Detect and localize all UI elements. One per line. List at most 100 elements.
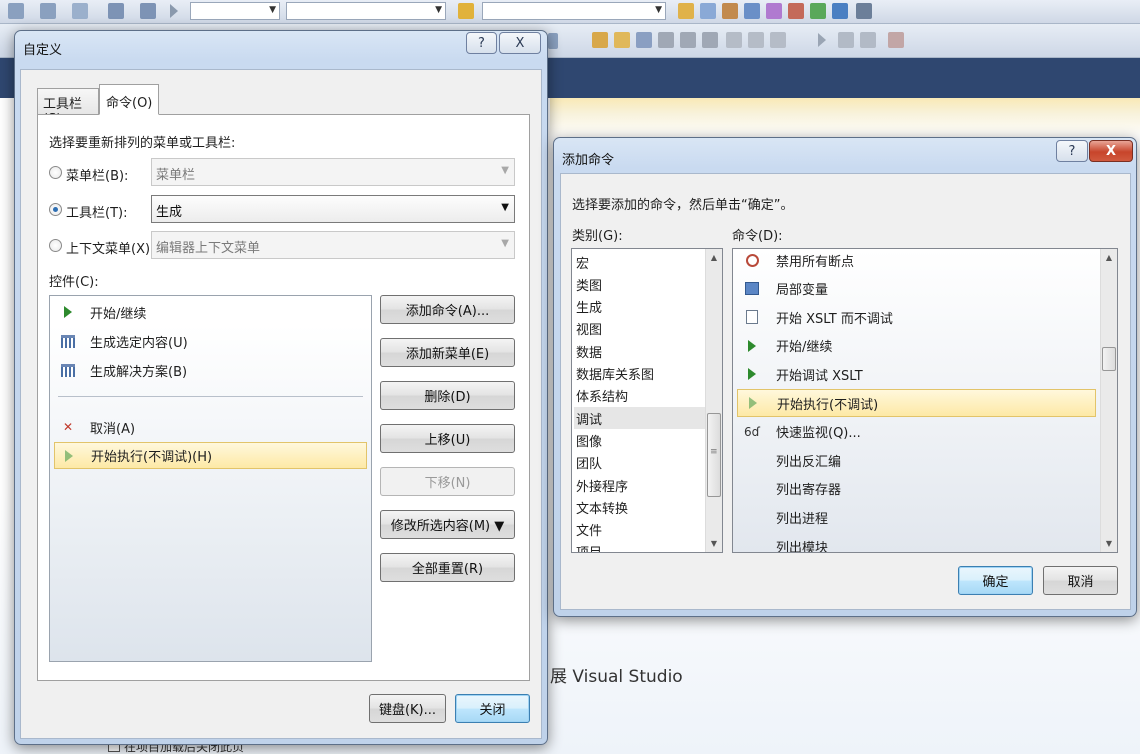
command-item[interactable]: 列出寄存器 xyxy=(737,475,1096,503)
build-solution-icon[interactable] xyxy=(860,32,876,48)
list-item[interactable]: 生成选定内容(U) xyxy=(54,329,367,353)
category-item-selected[interactable]: 调试 xyxy=(574,407,709,430)
ok-button[interactable]: 确定 xyxy=(958,566,1033,595)
list-item[interactable]: ✕ 取消(A) xyxy=(54,415,367,439)
open-folder-icon[interactable] xyxy=(614,32,630,48)
reset-all-button[interactable]: 全部重置(R) xyxy=(380,553,515,582)
categories-list[interactable]: 宏类图生成视图数据数据库关系图体系结构调试图像团队外接程序文本转换文件项目 ▲ … xyxy=(571,248,723,553)
context-menu-combo[interactable]: 编辑器上下文菜单 ▼ xyxy=(151,231,515,259)
category-item[interactable]: 外接程序 xyxy=(574,474,709,496)
add-new-menu-button[interactable]: 添加新菜单(E) xyxy=(380,338,515,367)
command-item[interactable]: 列出进程 xyxy=(737,503,1096,531)
start-page-icon[interactable] xyxy=(810,3,826,19)
redo-icon[interactable] xyxy=(40,3,56,19)
category-item[interactable]: 视图 xyxy=(574,318,709,340)
keyboard-button[interactable]: 键盘(K)... xyxy=(369,694,446,723)
category-item[interactable]: 团队 xyxy=(574,452,709,474)
tools-icon[interactable] xyxy=(788,3,804,19)
command-item-selected[interactable]: 开始执行(不调试) xyxy=(737,389,1096,417)
solution-explorer-icon[interactable] xyxy=(700,3,716,19)
command-item[interactable]: 禁用所有断点 xyxy=(737,249,1096,274)
menubar-radio[interactable] xyxy=(49,166,62,179)
close-button[interactable]: 关闭 xyxy=(455,694,530,723)
scroll-up-icon[interactable]: ▲ xyxy=(706,249,722,266)
list-item[interactable]: 生成解决方案(B) xyxy=(54,358,367,382)
command-item[interactable]: 局部变量 xyxy=(737,275,1096,303)
menubar-combo[interactable]: 菜单栏 ▼ xyxy=(151,158,515,186)
bookmark-next-icon[interactable] xyxy=(658,32,674,48)
category-item[interactable]: 数据 xyxy=(574,340,709,362)
category-item[interactable]: 宏 xyxy=(574,251,709,273)
extension-manager-icon[interactable] xyxy=(832,3,848,19)
properties-icon[interactable] xyxy=(722,3,738,19)
command-item[interactable]: 6ɗ 快速监视(Q)... xyxy=(737,418,1096,446)
comment-icon[interactable] xyxy=(592,32,608,48)
close-x-button[interactable]: X xyxy=(1089,140,1133,162)
category-item[interactable]: 体系结构 xyxy=(574,385,709,407)
context-menu-radio[interactable] xyxy=(49,239,62,252)
command-item[interactable]: 开始调试 XSLT xyxy=(737,360,1096,388)
category-item[interactable]: 文件 xyxy=(574,519,709,541)
commands-scrollbar[interactable]: ▲ ▼ xyxy=(1100,249,1117,552)
object-browser-icon[interactable] xyxy=(744,3,760,19)
spelling-icon[interactable] xyxy=(748,32,764,48)
delete-button[interactable]: 删除(D) xyxy=(380,381,515,410)
category-item[interactable]: 生成 xyxy=(574,296,709,318)
find-combo[interactable]: ▼ xyxy=(482,2,666,20)
move-down-button[interactable]: 下移(N) xyxy=(380,467,515,496)
solution-platform-combo[interactable]: ▼ xyxy=(286,2,446,20)
toolbar-overflow-icon[interactable] xyxy=(548,33,558,49)
control-label: 取消(A) xyxy=(90,421,136,437)
list-item-selected[interactable]: 开始执行(不调试)(H) xyxy=(54,442,367,469)
scroll-up-icon[interactable]: ▲ xyxy=(1101,249,1117,266)
tab-commands[interactable]: 命令(O) xyxy=(99,84,159,115)
toolbar-combo[interactable]: 生成 ▼ xyxy=(151,195,515,223)
solution-config-combo[interactable]: ▼ xyxy=(190,2,280,20)
add-command-dialog: 添加命令 ? X 选择要添加的命令，然后单击“确定”。 类别(G): 命令(D)… xyxy=(553,137,1137,617)
cancel-button[interactable]: 取消 xyxy=(1043,566,1118,595)
indent-icon[interactable] xyxy=(770,32,786,48)
help-button[interactable]: ? xyxy=(1056,140,1088,162)
other-windows-icon[interactable] xyxy=(856,3,872,19)
scroll-down-icon[interactable]: ▼ xyxy=(706,535,722,552)
play-icon[interactable] xyxy=(818,33,826,47)
undo-icon[interactable] xyxy=(8,3,24,19)
command-item[interactable]: 列出模块 xyxy=(737,532,1096,553)
category-item[interactable]: 项目 xyxy=(574,541,709,552)
bookmark-icon[interactable] xyxy=(636,32,652,48)
move-up-button[interactable]: 上移(U) xyxy=(380,424,515,453)
format-icon[interactable] xyxy=(726,32,742,48)
bookmark-clear-icon[interactable] xyxy=(702,32,718,48)
help-button[interactable]: ? xyxy=(466,32,497,54)
category-item[interactable]: 文本转换 xyxy=(574,496,709,518)
save-icon[interactable] xyxy=(108,3,124,19)
save-all-icon[interactable] xyxy=(140,3,156,19)
context-menu-combo-value: 编辑器上下文菜单 xyxy=(156,241,261,256)
commands-list[interactable]: 禁用所有断点 局部变量 开始 XSLT 而不调试 开始/继续 开始调试 XSLT 开始执行… xyxy=(732,248,1118,553)
modify-selection-button[interactable]: 修改所选内容(M) ▼ xyxy=(380,510,515,539)
list-item[interactable]: 开始/继续 xyxy=(54,300,367,324)
command-item[interactable]: 列出反汇编 xyxy=(737,446,1096,474)
category-item[interactable]: 图像 xyxy=(574,429,709,451)
command-item[interactable]: 开始/继续 xyxy=(737,332,1096,360)
add-command-instruction: 选择要添加的命令，然后单击“确定”。 xyxy=(572,198,794,213)
play-icon[interactable] xyxy=(170,4,178,18)
scroll-thumb[interactable] xyxy=(1102,347,1116,371)
close-x-button[interactable]: X xyxy=(499,32,541,54)
tab-toolbars[interactable]: 工具栏(S) xyxy=(37,88,99,127)
bookmark-prev-icon[interactable] xyxy=(680,32,696,48)
categories-scrollbar[interactable]: ▲ ≡ ▼ xyxy=(705,249,722,552)
command-item[interactable]: 开始 XSLT 而不调试 xyxy=(737,303,1096,331)
toolbox-icon[interactable] xyxy=(766,3,782,19)
cancel-build-icon[interactable] xyxy=(888,32,904,48)
add-command-button[interactable]: 添加命令(A)... xyxy=(380,295,515,324)
category-item[interactable]: 数据库关系图 xyxy=(574,363,709,385)
find-in-files-icon[interactable] xyxy=(678,3,694,19)
build-selection-icon[interactable] xyxy=(838,32,854,48)
category-item[interactable]: 类图 xyxy=(574,273,709,295)
scroll-down-icon[interactable]: ▼ xyxy=(1101,535,1117,552)
navigate-icon[interactable] xyxy=(72,3,88,19)
find-icon[interactable] xyxy=(458,3,474,19)
controls-list[interactable]: 开始/继续 生成选定内容(U) 生成解决方案(B) ✕ 取消(A) 开始执行(不… xyxy=(49,295,372,662)
toolbar-radio[interactable] xyxy=(49,203,62,216)
